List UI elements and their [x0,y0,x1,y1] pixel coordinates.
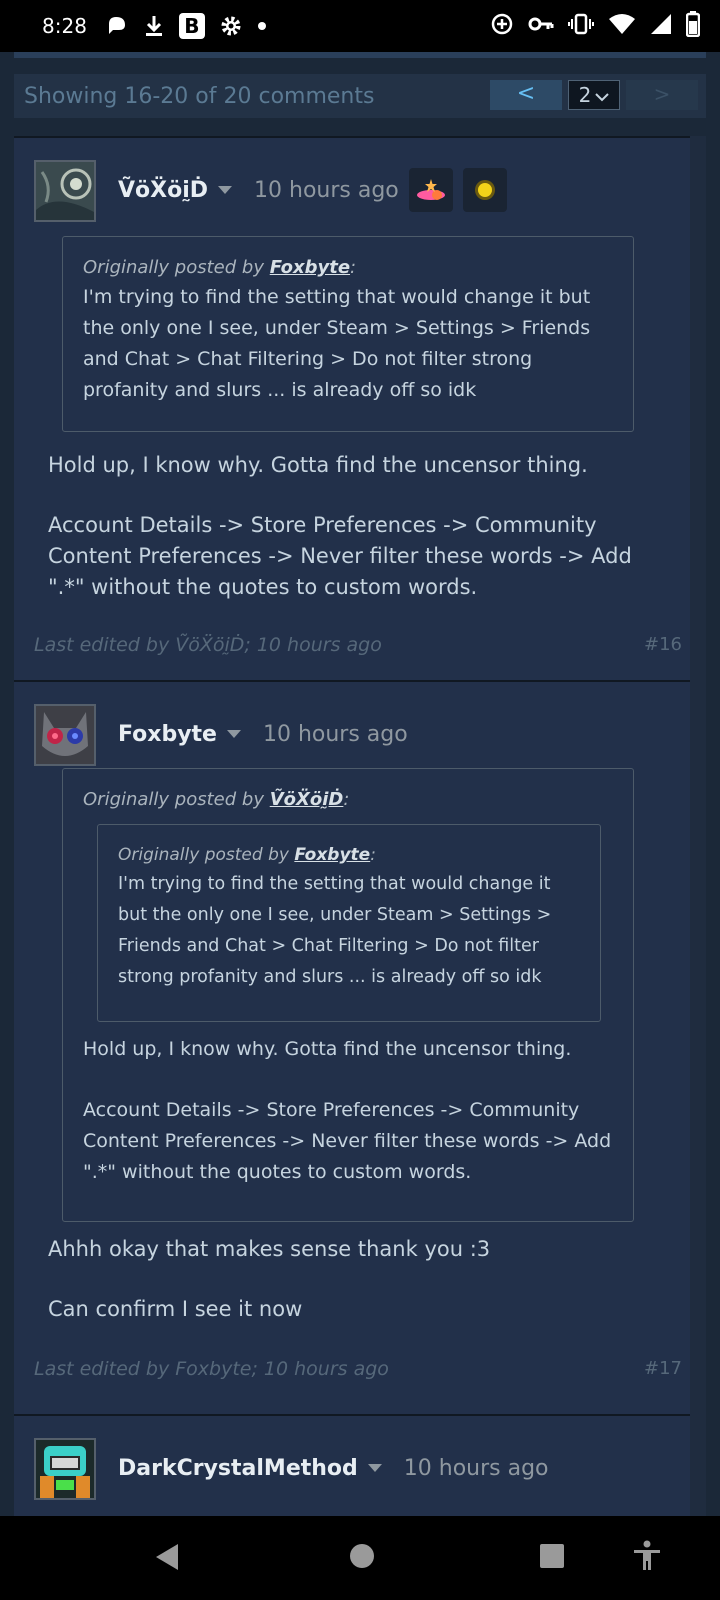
dot-icon [257,21,267,31]
back-icon[interactable] [154,1542,180,1576]
recents-icon[interactable] [538,1542,566,1574]
signal-icon [650,13,672,40]
chevron-down-icon [595,83,610,107]
showing-count: Showing 16-20 of 20 comments [24,83,375,109]
comment-number-link[interactable]: #17 [644,1358,682,1379]
post-time: 10 hours ago [403,1455,549,1481]
quote-attribution: Originally posted by ṼöẌöḭḊ: [83,789,613,810]
comment-paging-bar: Showing 16-20 of 20 comments < 2 > [14,74,706,118]
edited-note: Last edited by Foxbyte; 10 hours ago [34,1358,389,1380]
comment: ṼöẌöḭḊ 10 hours ago Originally posted by… [14,136,690,680]
quote-by-prefix: Originally posted by [83,789,270,810]
quote-attribution: Originally posted by Foxbyte: [118,845,580,865]
quote-by-suffix: : [370,845,376,865]
post-time: 10 hours ago [254,177,399,203]
author-menu-caret-icon[interactable] [226,730,241,738]
edited-note: Last edited by ṼöẌöḭḊ; 10 hours ago [34,634,382,656]
quote-text: I'm trying to find the setting that woul… [118,874,552,987]
b-app-icon: B [178,13,205,39]
avatar[interactable] [34,1438,96,1500]
quote-attribution: Originally posted by Foxbyte: [83,257,613,278]
clock: 8:28 [42,14,87,38]
quote-text: Hold up, I know why. Gotta find the unce… [83,1038,572,1060]
comment: DarkCrystalMethod 10 hours ago [14,1414,690,1516]
status-bar: 8:28 B [0,0,720,52]
author-row: Foxbyte 10 hours ago [118,712,408,756]
quote-author-link[interactable]: ṼöẌöḭḊ [270,789,344,810]
page-gutter [690,136,706,1516]
key-icon [528,12,554,41]
comment-body: Ahhh okay that makes sense thank you :3 … [48,1234,658,1325]
comment-paragraph: Can confirm I see it now [48,1297,303,1321]
comment-paragraph: Hold up, I know why. Gotta find the unce… [48,453,588,477]
author-name[interactable]: ṼöẌöḭḊ [118,178,208,203]
page-top-divider [14,52,706,58]
comment: Foxbyte 10 hours ago Originally posted b… [14,680,690,1414]
pinwheel-icon [105,14,129,38]
quote-by-suffix: : [350,257,357,278]
author-row: DarkCrystalMethod 10 hours ago [118,1446,549,1490]
comment-paragraph: Ahhh okay that makes sense thank you :3 [48,1237,491,1261]
vibrate-icon [568,12,594,41]
comment-number-link[interactable]: #16 [644,634,682,655]
battery-icon [685,10,701,42]
quote-author-link[interactable]: Foxbyte [294,845,370,865]
quote-by-suffix: : [343,789,350,810]
avatar[interactable] [34,704,96,766]
sun-badge-icon [462,168,507,212]
next-page-button[interactable]: > [626,80,698,110]
author-name[interactable]: Foxbyte [118,722,217,747]
quote-block: Originally posted by Foxbyte: I'm trying… [62,236,634,432]
comment-paragraph: Account Details -> Store Preferences -> … [48,513,632,599]
prev-page-button[interactable]: < [490,80,562,110]
gear-icon [219,14,243,38]
accessibility-icon[interactable] [632,1540,662,1576]
wifi-icon [608,13,636,40]
author-name[interactable]: DarkCrystalMethod [118,1456,358,1481]
shooting-star-badge-icon [408,168,453,212]
quote-author-link[interactable]: Foxbyte [270,257,350,278]
quote-by-prefix: Originally posted by [83,257,270,278]
home-icon[interactable] [348,1542,376,1574]
post-time: 10 hours ago [262,721,408,747]
author-menu-caret-icon[interactable] [218,186,233,194]
page-select[interactable]: 2 [568,80,620,110]
nested-quote-block: Originally posted by Foxbyte: I'm trying… [97,824,601,1022]
add-circle-icon [490,12,514,41]
comment-body: Hold up, I know why. Gotta find the unce… [48,450,658,603]
quote-by-prefix: Originally posted by [118,845,295,865]
quote-block: Originally posted by ṼöẌöḭḊ: Originally … [62,768,634,1222]
quote-text: Account Details -> Store Preferences -> … [83,1099,612,1183]
avatar[interactable] [34,160,96,222]
system-navigation-bar [0,1516,720,1600]
author-row: ṼöẌöḭḊ 10 hours ago [118,168,507,212]
author-menu-caret-icon[interactable] [367,1464,382,1472]
quote-text: I'm trying to find the setting that woul… [83,286,591,401]
page-select-value: 2 [578,83,592,107]
download-icon [143,14,165,38]
